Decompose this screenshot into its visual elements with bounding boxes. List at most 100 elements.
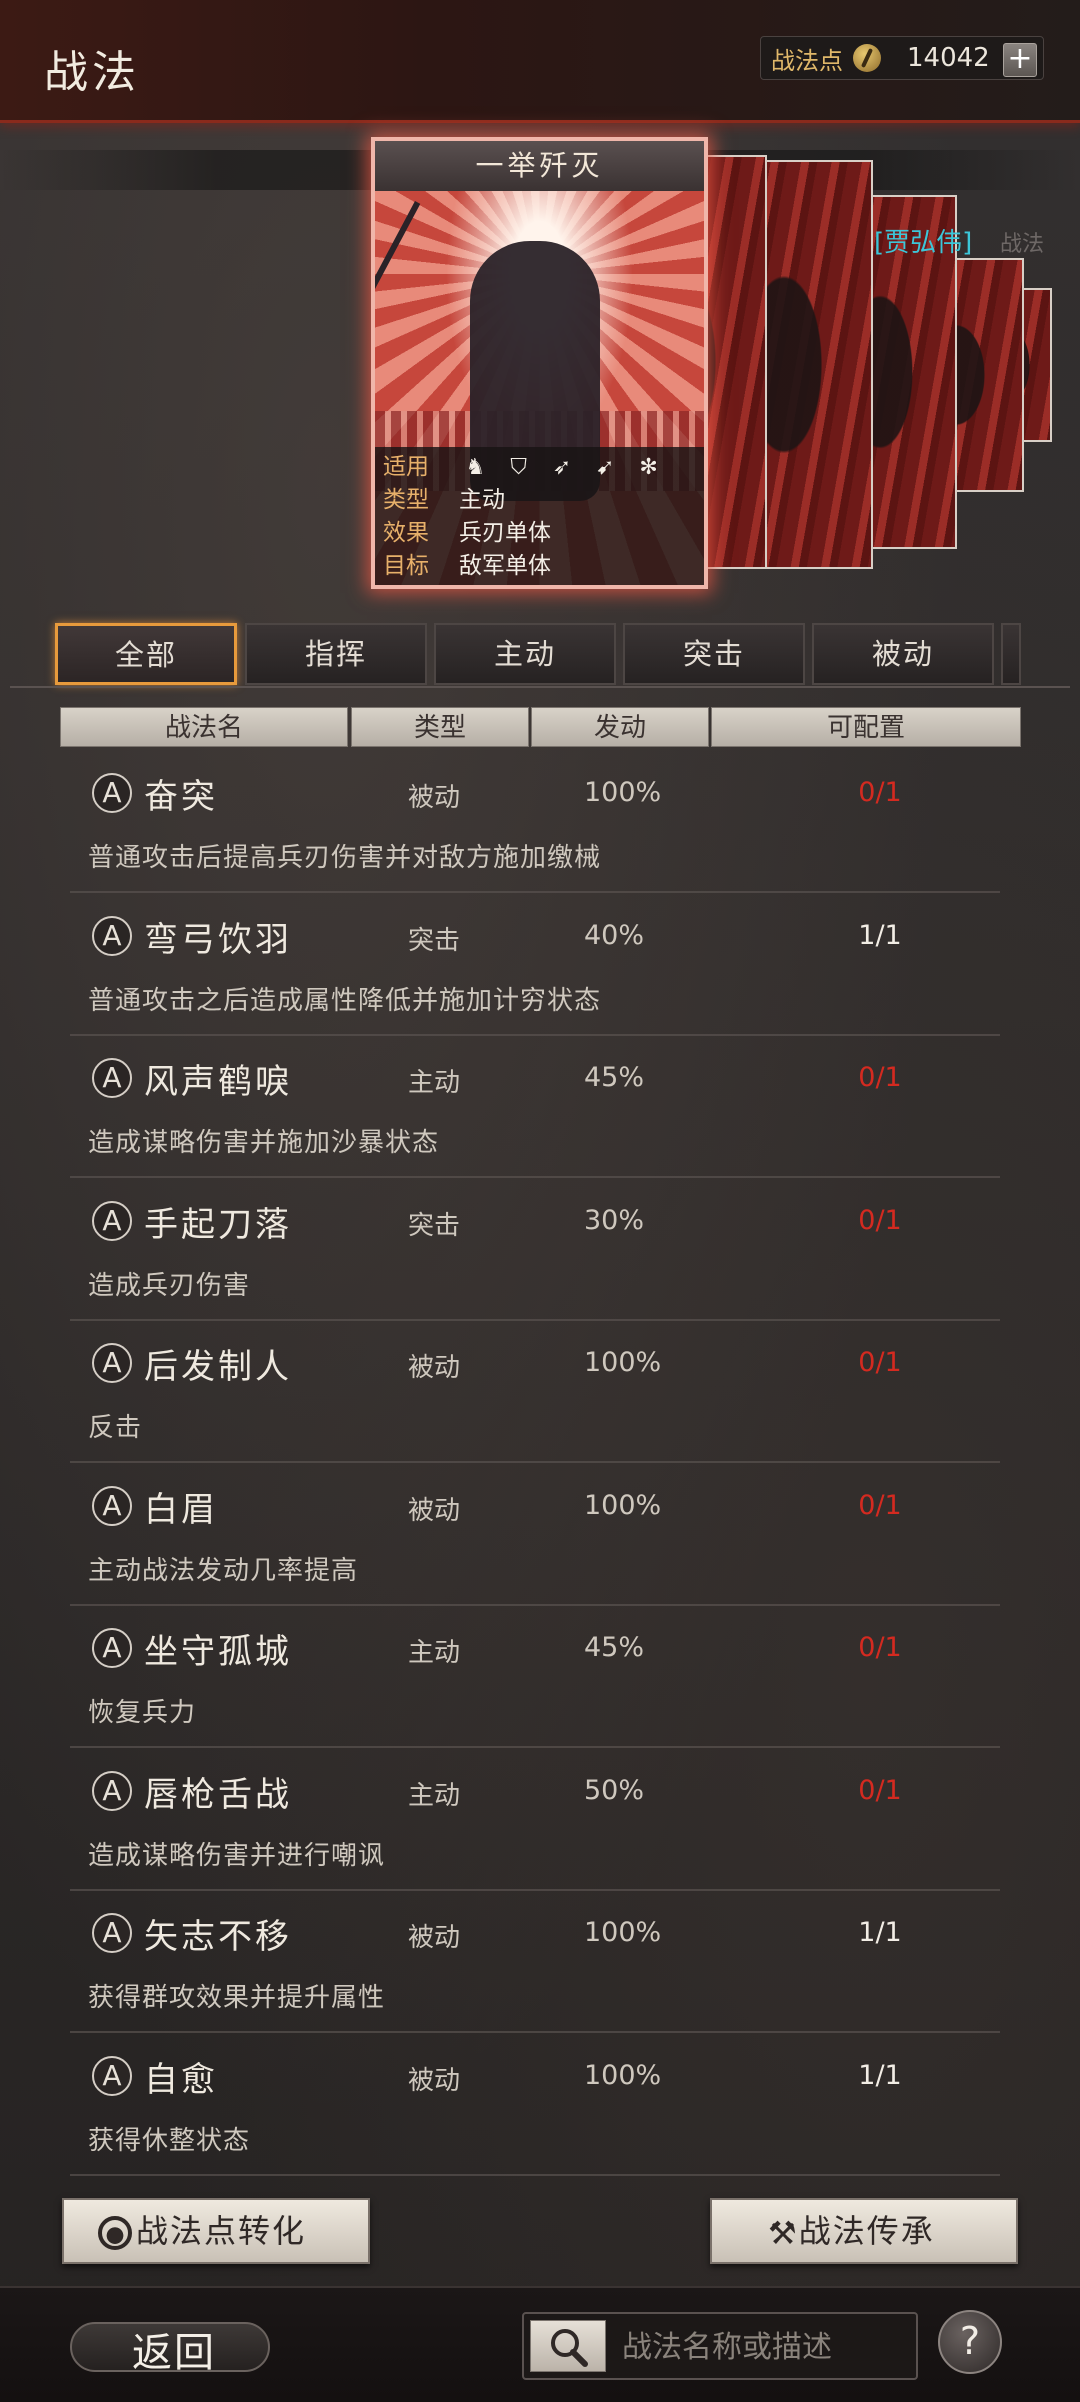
card-title: 一举歼灭 <box>375 141 704 191</box>
tactic-name: 自愈 <box>144 2060 218 2100</box>
tactic-description: 普通攻击后提高兵刃伤害并对敌方施加缴械 <box>88 843 602 873</box>
tactic-description: 主动战法发动几率提高 <box>88 1556 359 1586</box>
tactic-row[interactable]: A 自愈 被动 100% 1/1 获得休整状态 <box>70 2036 1000 2176</box>
tactic-description: 造成谋略伤害并施加沙暴状态 <box>88 1128 440 1158</box>
tactic-rate: 45% <box>584 1062 645 1093</box>
card-row-target: 目标 敌军单体 <box>383 550 551 582</box>
tactic-rate: 100% <box>584 2060 662 2091</box>
grade-badge: A <box>92 1628 132 1668</box>
tabs-divider <box>10 686 1070 688</box>
row-separator <box>70 1604 1000 1606</box>
grade-badge: A <box>92 1343 132 1383</box>
general-name: [贾弘伟] <box>874 228 973 258</box>
tactic-name: 矢志不移 <box>144 1917 292 1957</box>
tactic-description: 恢复兵力 <box>88 1698 197 1728</box>
row-separator <box>70 1319 1000 1321</box>
col-header-config[interactable]: 可配置 <box>711 707 1021 747</box>
row-separator <box>70 1746 1000 1748</box>
tactic-row[interactable]: A 弯弓饮羽 突击 40% 1/1 普通攻击之后造成属性降低并施加计穷状态 <box>70 896 1000 1036</box>
tactic-config: 0/1 <box>858 1490 902 1521</box>
tactic-config: 1/1 <box>858 2060 902 2091</box>
tab-passive[interactable]: 被动 <box>812 623 994 685</box>
add-points-button[interactable]: + <box>1003 43 1037 77</box>
card-row-units: 适用 ♞ ⛉ ➶ ➹ ✻ <box>383 451 662 483</box>
tab-assault[interactable]: 突击 <box>623 623 805 685</box>
grade-badge: A <box>92 1913 132 1953</box>
card-row-type: 类型 主动 <box>383 484 505 516</box>
tactic-rate: 40% <box>584 920 645 951</box>
card-key: 效果 <box>383 520 429 546</box>
tactic-config: 0/1 <box>858 1347 902 1378</box>
tactic-config: 0/1 <box>858 1062 902 1093</box>
tactic-type: 被动 <box>408 1923 461 1953</box>
tactic-type: 被动 <box>408 1496 461 1526</box>
points-label: 战法点 <box>771 46 843 75</box>
tactic-rate: 100% <box>584 777 662 808</box>
help-button[interactable]: ? <box>938 2310 1002 2374</box>
tactic-description: 造成兵刃伤害 <box>88 1271 251 1301</box>
row-separator <box>70 891 1000 893</box>
card-value: 敌军单体 <box>459 553 551 579</box>
card-key: 目标 <box>383 553 429 579</box>
tactic-rate: 45% <box>584 1632 645 1663</box>
tab-more[interactable] <box>1001 623 1021 685</box>
tactic-points: 战法点 14042 + <box>760 36 1044 80</box>
col-header-rate[interactable]: 发动 <box>531 707 709 747</box>
tactic-config: 0/1 <box>858 1632 902 1663</box>
row-separator <box>70 2031 1000 2033</box>
cavalry-icon: ♞ <box>465 455 486 480</box>
tactic-name: 后发制人 <box>144 1347 292 1387</box>
convert-label: 战法点转化 <box>136 2212 307 2250</box>
tactic-rate: 100% <box>584 1917 662 1948</box>
row-separator <box>70 1889 1000 1891</box>
tactic-row[interactable]: A 后发制人 被动 100% 0/1 反击 <box>70 1323 1000 1463</box>
points-coin-icon <box>853 44 881 72</box>
tactic-row[interactable]: A 矢志不移 被动 100% 1/1 获得群攻效果并提升属性 <box>70 1893 1000 2033</box>
col-header-name[interactable]: 战法名 <box>60 707 348 747</box>
tactic-row[interactable]: A 风声鹤唳 主动 45% 0/1 造成谋略伤害并施加沙暴状态 <box>70 1038 1000 1178</box>
row-separator <box>70 1034 1000 1036</box>
card-info: 适用 ♞ ⛉ ➶ ➹ ✻ 类型 主动 效果 兵刃单体 目标 敌军单体 <box>375 447 704 585</box>
spear-icon: ➹ <box>596 455 615 480</box>
page-title: 战法 <box>44 47 140 98</box>
tactic-description: 反击 <box>88 1413 143 1443</box>
hammer-icon: ⚒ <box>768 2214 799 2252</box>
tactic-name: 风声鹤唳 <box>144 1062 292 1102</box>
tactic-row[interactable]: A 坐守孤城 主动 45% 0/1 恢复兵力 <box>70 1608 1000 1748</box>
tactic-type: 主动 <box>408 1638 461 1668</box>
tactic-rate: 50% <box>584 1775 645 1806</box>
tactic-rate: 100% <box>584 1347 662 1378</box>
bow-icon: ➶ <box>552 455 572 480</box>
tactic-config: 0/1 <box>858 1775 902 1806</box>
search-input[interactable] <box>620 2322 914 2372</box>
grade-badge: A <box>92 1486 132 1526</box>
row-separator <box>70 1176 1000 1178</box>
card-row-effect: 效果 兵刃单体 <box>383 517 551 549</box>
grade-badge: A <box>92 773 132 813</box>
tactic-name: 手起刀落 <box>144 1205 292 1245</box>
tactic-row[interactable]: A 白眉 被动 100% 0/1 主动战法发动几率提高 <box>70 1466 1000 1606</box>
tab-all[interactable]: 全部 <box>55 623 237 685</box>
back-button[interactable]: 返回 <box>70 2316 270 2378</box>
selected-tactic-card[interactable]: 一举歼灭 适用 ♞ ⛉ ➶ ➹ ✻ 类型 主动 效果 兵刃单体 目标 敌军单体 <box>371 137 708 589</box>
convert-points-button[interactable]: 战法点转化 <box>62 2198 370 2264</box>
tactic-description: 获得群攻效果并提升属性 <box>88 1983 386 2013</box>
tactic-type: 主动 <box>408 1068 461 1098</box>
tactic-row[interactable]: A 奋突 被动 100% 0/1 普通攻击后提高兵刃伤害并对敌方施加缴械 <box>70 753 1000 893</box>
row-separator <box>70 1461 1000 1463</box>
grade-badge: A <box>92 1771 132 1811</box>
col-header-type[interactable]: 类型 <box>351 707 529 747</box>
tab-command[interactable]: 指挥 <box>245 623 427 685</box>
tactic-type: 突击 <box>408 926 461 956</box>
tactic-config: 1/1 <box>858 920 902 951</box>
back-label: 返回 <box>132 2330 216 2376</box>
card-key: 适用 <box>383 454 429 480</box>
tactic-row[interactable]: A 手起刀落 突击 30% 0/1 造成兵刃伤害 <box>70 1181 1000 1321</box>
grade-badge: A <box>92 1058 132 1098</box>
tactic-row[interactable]: A 唇枪舌战 主动 50% 0/1 造成谋略伤害并进行嘲讽 <box>70 1751 1000 1891</box>
tactic-config: 1/1 <box>858 1917 902 1948</box>
search-button[interactable] <box>530 2320 606 2372</box>
inherit-button[interactable]: ⚒战法传承 <box>710 2198 1018 2264</box>
tactic-name: 弯弓饮羽 <box>144 920 292 960</box>
tab-active[interactable]: 主动 <box>434 623 616 685</box>
